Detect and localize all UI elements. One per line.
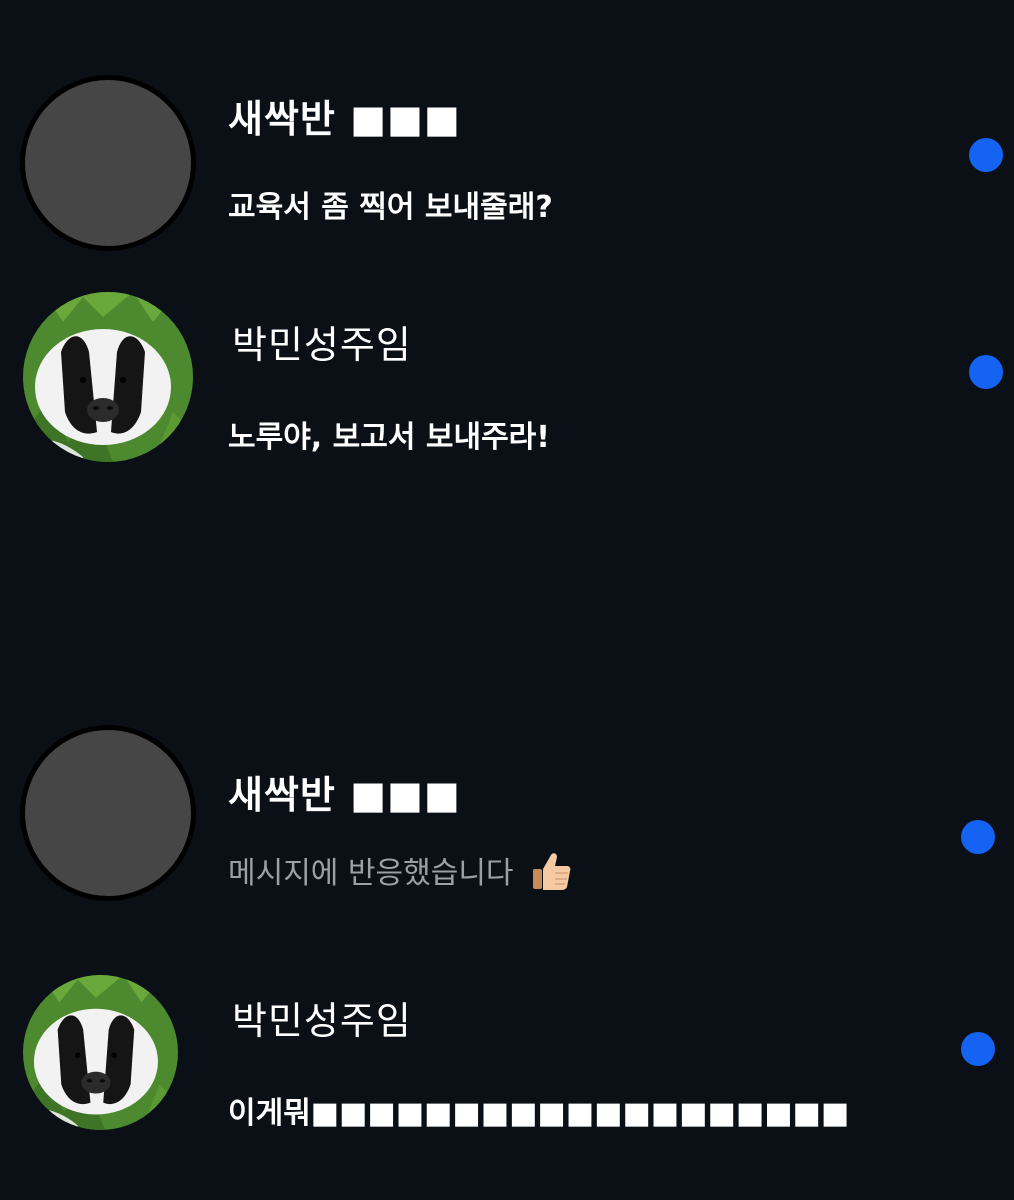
chat-list-screen: 새싹반 ■■■ 교육서 좀 찍어 보내줄래? 박민성주임 노루야, 보고서 보내… bbox=[0, 0, 1014, 1200]
badger-photo bbox=[23, 975, 178, 1130]
badger-photo bbox=[23, 292, 193, 462]
chat-preview: 교육서 좀 찍어 보내줄래? bbox=[228, 190, 553, 225]
avatar bbox=[23, 292, 193, 462]
chat-list-item[interactable]: 박민성주임 노루야, 보고서 보내주라! bbox=[0, 270, 1014, 470]
chat-list-item[interactable]: 박민성주임 이게뭐■■■■■■■■■■■■■■■■■■■ bbox=[0, 960, 1014, 1200]
chat-name: 새싹반 ■■■ bbox=[228, 773, 461, 817]
chat-list-item[interactable]: 새싹반 ■■■ 메시지에 반응했습니다 bbox=[0, 720, 1014, 940]
chat-name: 박민성주임 bbox=[232, 999, 412, 1043]
unread-dot bbox=[969, 355, 1003, 389]
chat-preview-text: 메시지에 반응했습니다 bbox=[228, 856, 514, 891]
avatar bbox=[23, 975, 178, 1130]
chat-preview: 노루야, 보고서 보내주라! bbox=[228, 420, 550, 455]
unread-dot bbox=[961, 1032, 995, 1066]
avatar bbox=[20, 725, 196, 901]
thumbs-up-icon bbox=[529, 849, 573, 901]
chat-preview: 이게뭐■■■■■■■■■■■■■■■■■■■ bbox=[228, 1096, 850, 1131]
chat-name: 박민성주임 bbox=[232, 323, 412, 367]
chat-preview: 메시지에 반응했습니다 bbox=[228, 848, 573, 901]
chat-name: 새싹반 ■■■ bbox=[228, 97, 461, 141]
unread-dot bbox=[969, 138, 1003, 172]
unread-dot bbox=[961, 820, 995, 854]
chat-list-item[interactable]: 새싹반 ■■■ 교육서 좀 찍어 보내줄래? bbox=[0, 0, 1014, 260]
avatar bbox=[20, 75, 196, 251]
